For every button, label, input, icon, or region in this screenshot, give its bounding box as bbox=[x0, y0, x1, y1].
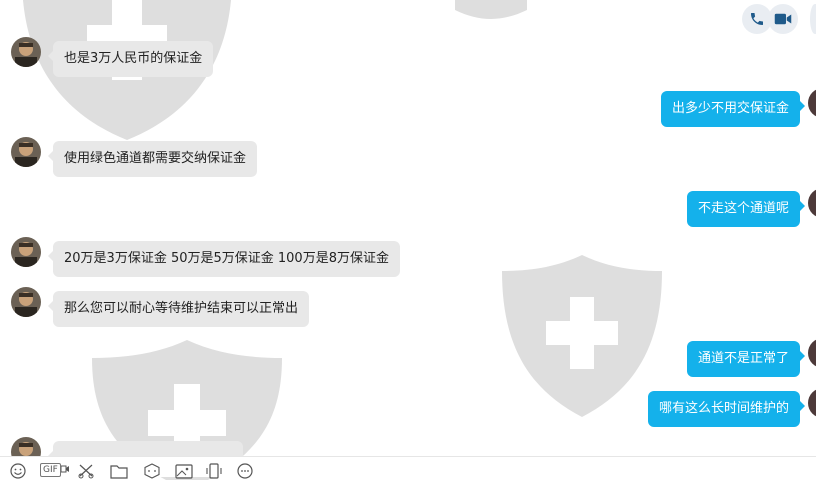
message-bubble-outgoing: 不走这个通道呢 bbox=[686, 191, 806, 227]
agent-avatar bbox=[11, 137, 41, 167]
dice-icon bbox=[144, 463, 160, 479]
message-bubble-outgoing: 出多少不用交保证金 bbox=[660, 91, 806, 127]
shake-button[interactable] bbox=[205, 463, 223, 479]
gif-icon: GIF bbox=[40, 463, 61, 477]
user-avatar bbox=[808, 338, 816, 368]
message-bubble-outgoing: 通道不是正常了 bbox=[686, 341, 806, 377]
input-toolbar: GIF bbox=[0, 456, 816, 479]
header-actions bbox=[716, 2, 816, 36]
video-icon bbox=[774, 13, 792, 25]
user-avatar bbox=[808, 188, 816, 218]
image-button[interactable] bbox=[175, 463, 193, 479]
screenshot-button[interactable] bbox=[78, 463, 94, 479]
dice-button[interactable] bbox=[144, 463, 160, 479]
video-call-button[interactable] bbox=[768, 4, 798, 34]
gif-button[interactable]: GIF bbox=[40, 463, 69, 479]
phone-icon bbox=[751, 13, 763, 25]
message-bubble-incoming: 使用绿色通道都需要交纳保证金 bbox=[47, 141, 258, 177]
shake-icon bbox=[206, 463, 222, 479]
camera-small-icon bbox=[60, 465, 69, 473]
scissors-icon bbox=[78, 464, 94, 479]
message-bubble-incoming: 也是3万人民币的保证金 bbox=[47, 41, 214, 77]
chat-area: 也是3万人民币的保证金 出多少不用交保证金 使用绿色通道都需要交纳保证金 不走这… bbox=[0, 0, 816, 477]
agent-avatar bbox=[11, 37, 41, 67]
emoji-icon bbox=[10, 463, 26, 479]
message-bubble-incoming: 那么您可以耐心等待维护结束可以正常出 bbox=[47, 291, 310, 327]
agent-avatar bbox=[11, 237, 41, 267]
agent-avatar bbox=[11, 287, 41, 317]
more-icon bbox=[237, 463, 253, 479]
message-bubble-incoming: 20万是3万保证金 50万是5万保证金 100万是8万保证金 bbox=[48, 241, 400, 277]
emoji-button[interactable] bbox=[10, 463, 26, 479]
folder-icon bbox=[110, 465, 128, 479]
user-avatar bbox=[808, 388, 816, 418]
more-actions-button[interactable] bbox=[810, 4, 816, 34]
image-icon bbox=[175, 464, 193, 479]
more-button[interactable] bbox=[237, 463, 253, 479]
message-bubble-outgoing: 哪有这么长时间维护的 bbox=[647, 391, 806, 427]
user-avatar bbox=[808, 88, 816, 118]
file-button[interactable] bbox=[110, 463, 128, 479]
